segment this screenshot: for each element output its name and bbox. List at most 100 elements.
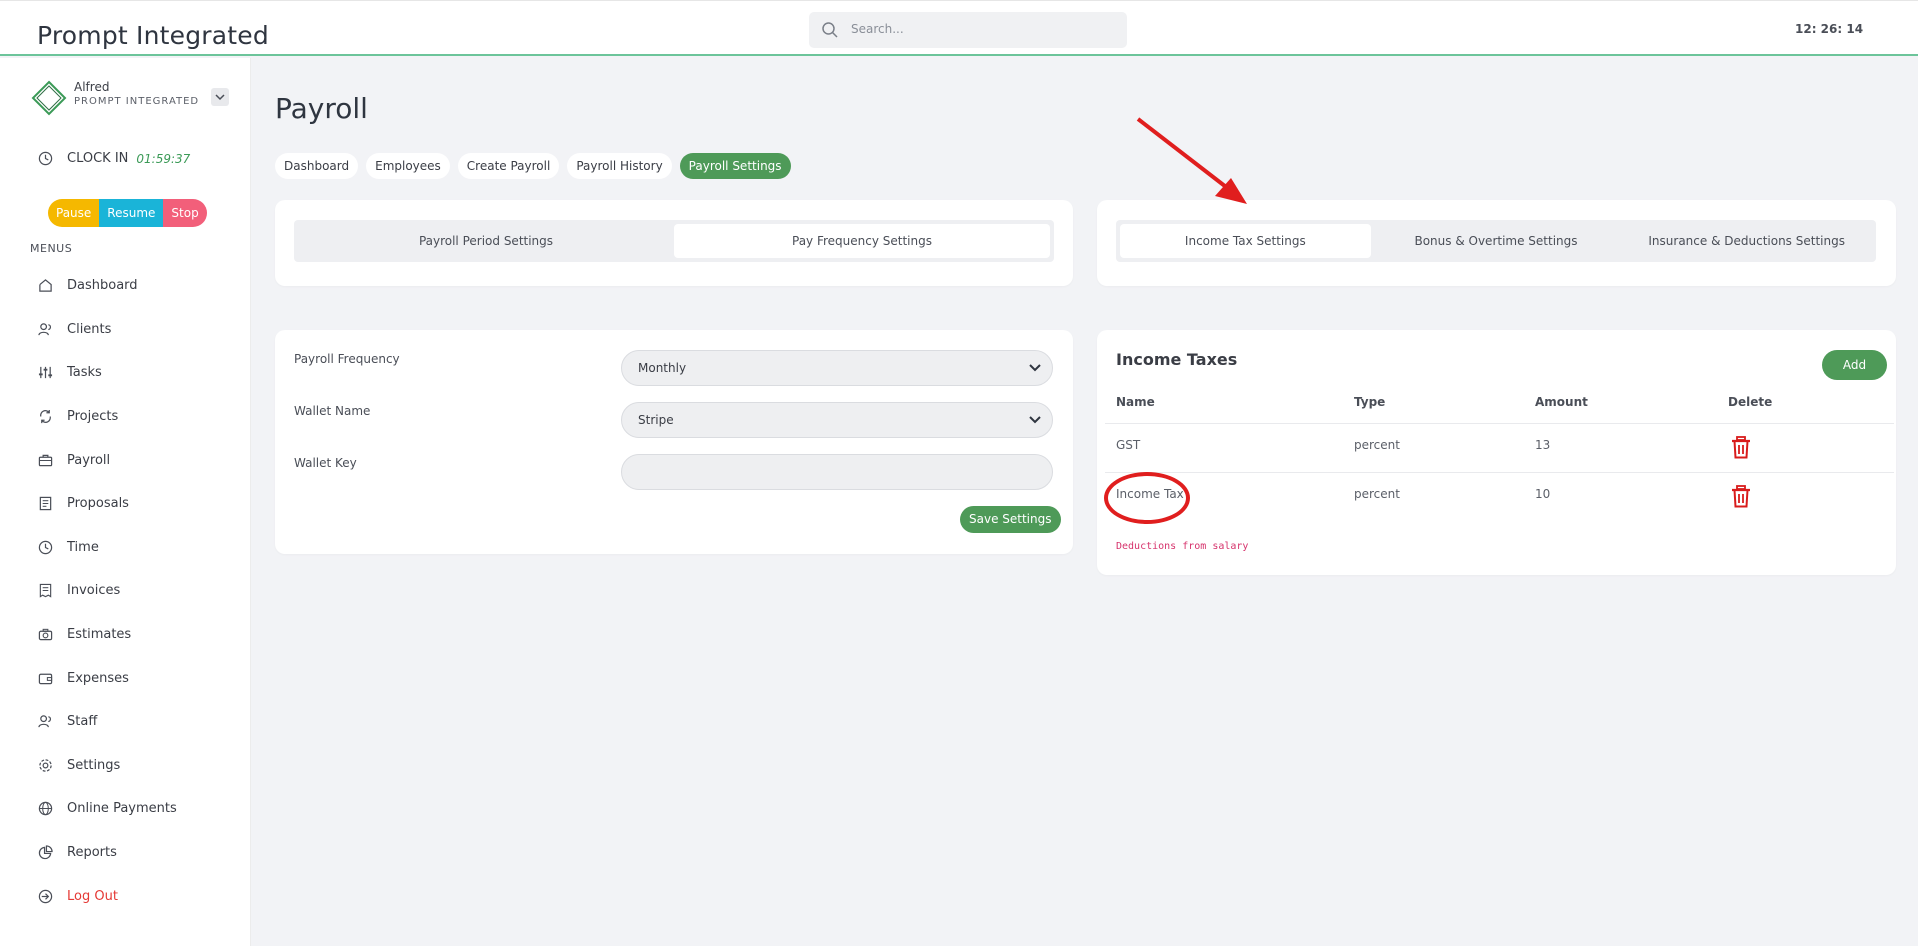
sidebar-item-clients[interactable]: Clients: [38, 308, 248, 352]
chevron-down-icon: [215, 94, 225, 101]
sidebar-item-payroll[interactable]: Payroll: [38, 438, 248, 482]
user-org: PROMPT INTEGRATED: [74, 96, 200, 107]
sidebar-item-label: Time: [67, 539, 99, 555]
chevron-down-icon: [1029, 416, 1041, 424]
sidebar-item-tasks[interactable]: Tasks: [38, 351, 248, 395]
pie-chart-icon: [38, 845, 53, 860]
sidebar-item-invoices[interactable]: Invoices: [38, 569, 248, 613]
sidebar-menu: Dashboard Clients Tasks Projects Payroll…: [38, 264, 248, 918]
sidebar-item-label: Staff: [67, 714, 98, 730]
tax-settings-segments: Income Tax Settings Bonus & Overtime Set…: [1116, 220, 1876, 262]
payroll-tabs: Dashboard Employees Create Payroll Payro…: [275, 153, 791, 179]
document-icon: [39, 497, 52, 511]
refresh-icon: [40, 410, 51, 424]
sidebar-item-dashboard[interactable]: Dashboard: [38, 264, 248, 308]
clock-in-label: CLOCK IN: [67, 151, 129, 166]
segment-payroll-period-settings[interactable]: Payroll Period Settings: [298, 224, 674, 258]
sidebar-item-label: Dashboard: [67, 278, 138, 294]
segment-bonus-overtime-settings[interactable]: Bonus & Overtime Settings: [1371, 224, 1622, 258]
trash-icon[interactable]: [1731, 485, 1751, 508]
sidebar-item-estimates[interactable]: Estimates: [38, 613, 248, 657]
segment-income-tax-settings[interactable]: Income Tax Settings: [1120, 224, 1371, 258]
trash-icon[interactable]: [1731, 436, 1751, 459]
wallet-name-select[interactable]: Stripe: [621, 402, 1053, 438]
sidebar-item-label: Invoices: [67, 583, 121, 599]
column-header-name: Name: [1116, 395, 1155, 409]
column-header-type: Type: [1354, 395, 1386, 409]
sidebar-item-label: Log Out: [67, 888, 118, 904]
pay-frequency-form-card: Payroll Frequency Monthly Wallet Name St…: [275, 330, 1073, 554]
clock-icon: [38, 151, 53, 166]
users-icon: [38, 715, 52, 728]
clock-icon: [38, 540, 53, 555]
brand-title: Prompt Integrated: [37, 21, 269, 50]
tax-name-cell: GST: [1116, 438, 1141, 452]
clock-in-timer: 01:59:37: [136, 151, 191, 166]
sidebar-item-staff[interactable]: Staff: [38, 700, 248, 744]
wallet-name-label: Wallet Name: [294, 404, 371, 418]
income-taxes-title: Income Taxes: [1116, 350, 1238, 369]
sidebar-item-logout[interactable]: Log Out: [38, 874, 248, 918]
camera-icon: [38, 628, 53, 641]
row-divider: [1105, 472, 1894, 473]
top-header: Prompt Integrated Search... 12: 26: 14: [0, 0, 1918, 56]
sidebar-item-label: Clients: [67, 321, 112, 337]
resume-button[interactable]: Resume: [99, 199, 164, 227]
search-box[interactable]: Search...: [809, 12, 1127, 48]
sidebar-item-label: Payroll: [67, 452, 111, 468]
deductions-note: Deductions from salary: [1116, 541, 1249, 552]
tab-dashboard[interactable]: Dashboard: [275, 153, 359, 179]
payroll-frequency-value: Monthly: [638, 361, 687, 375]
sliders-icon: [38, 367, 53, 379]
payroll-settings-segments: Payroll Period Settings Pay Frequency Se…: [294, 220, 1054, 262]
sidebar-item-proposals[interactable]: Proposals: [38, 482, 248, 526]
tab-employees[interactable]: Employees: [366, 153, 450, 179]
home-icon: [39, 279, 52, 293]
sidebar: Alfred PROMPT INTEGRATED CLOCK IN 01:59:…: [0, 58, 251, 946]
sidebar-item-label: Reports: [67, 845, 117, 861]
tab-payroll-settings[interactable]: Payroll Settings: [679, 153, 791, 179]
header-clock: 12: 26: 14: [1795, 22, 1864, 36]
sidebar-item-time[interactable]: Time: [38, 526, 248, 570]
tax-settings-segment-card: Income Tax Settings Bonus & Overtime Set…: [1097, 200, 1896, 286]
account-dropdown-button[interactable]: [211, 88, 229, 106]
pause-button[interactable]: Pause: [48, 199, 100, 227]
wallet-name-value: Stripe: [638, 413, 674, 427]
sidebar-item-expenses[interactable]: Expenses: [38, 656, 248, 700]
tab-create-payroll[interactable]: Create Payroll: [457, 153, 560, 179]
wallet-key-input[interactable]: [621, 454, 1053, 490]
sidebar-item-online-payments[interactable]: Online Payments: [38, 787, 248, 831]
invoice-icon: [39, 584, 52, 599]
annotation-circle: [1104, 472, 1190, 524]
wallet-icon: [38, 673, 53, 684]
segment-pay-frequency-settings[interactable]: Pay Frequency Settings: [674, 224, 1050, 258]
briefcase-icon: [38, 454, 53, 466]
stop-button[interactable]: Stop: [163, 199, 207, 227]
sidebar-item-settings[interactable]: Settings: [38, 744, 248, 788]
tab-payroll-history[interactable]: Payroll History: [567, 153, 672, 179]
search-placeholder[interactable]: Search...: [851, 22, 904, 36]
gear-icon: [39, 759, 52, 772]
payroll-frequency-select[interactable]: Monthly: [621, 350, 1053, 386]
sidebar-item-projects[interactable]: Projects: [38, 395, 248, 439]
company-logo-icon: [31, 80, 67, 116]
search-icon: [822, 22, 838, 38]
tax-amount-cell: 10: [1535, 487, 1551, 501]
annotation-arrow-icon: [1136, 117, 1247, 204]
sidebar-item-label: Projects: [67, 409, 119, 425]
sidebar-item-label: Settings: [67, 757, 121, 773]
chevron-down-icon: [1029, 364, 1041, 372]
clock-in[interactable]: CLOCK IN 01:59:37: [38, 151, 190, 166]
sidebar-item-label: Estimates: [67, 627, 132, 643]
menus-heading: MENUS: [30, 242, 73, 255]
logout-icon: [38, 889, 53, 903]
wallet-key-label: Wallet Key: [294, 456, 357, 470]
user-name: Alfred: [74, 80, 110, 94]
sidebar-item-reports[interactable]: Reports: [38, 831, 248, 875]
add-income-tax-button[interactable]: Add: [1822, 350, 1887, 380]
tax-type-cell: percent: [1354, 487, 1400, 501]
segment-insurance-deductions-settings[interactable]: Insurance & Deductions Settings: [1621, 224, 1872, 258]
payroll-frequency-label: Payroll Frequency: [294, 352, 400, 366]
save-settings-button[interactable]: Save Settings: [960, 506, 1061, 533]
header-divider: [1105, 423, 1894, 424]
